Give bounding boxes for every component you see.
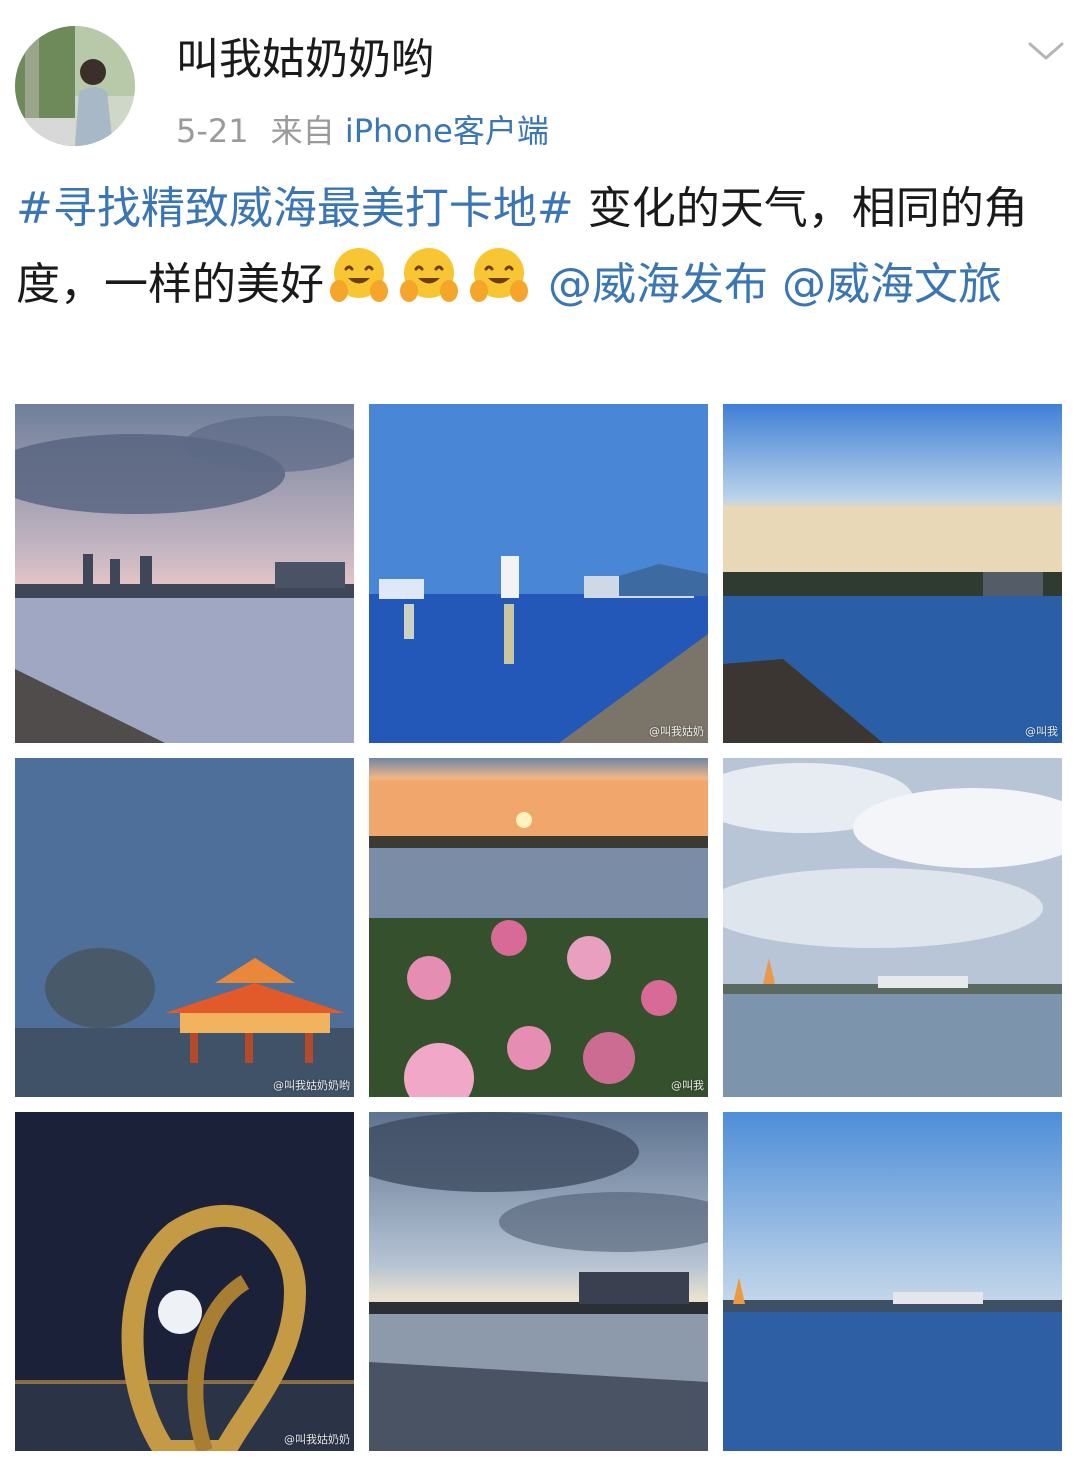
client-link[interactable]: iPhone客户端: [345, 112, 549, 150]
hugging-face-icon: [328, 245, 390, 307]
photo-thumbnail[interactable]: @叫我姑奶奶: [15, 1112, 354, 1451]
hugging-face-icon: [468, 245, 530, 307]
weibo-post: 叫我姑奶奶哟 5-21 来自 iPhone客户端 #寻找精致威海最美打卡地# 变化…: [0, 0, 1077, 1469]
photo-thumbnail[interactable]: [369, 1112, 708, 1451]
photo-grid: @叫我姑奶 @叫我 @叫我姑奶奶哟 @叫我 @叫我姑奶奶: [15, 404, 1062, 1451]
photo-thumbnail[interactable]: [723, 1112, 1062, 1451]
post-time: 5-21: [176, 112, 249, 150]
photo-watermark: @叫我姑奶: [649, 725, 704, 738]
mention-link[interactable]: @威海文旅: [782, 259, 1002, 310]
photo-thumbnail[interactable]: @叫我: [369, 758, 708, 1097]
photo-watermark: @叫我姑奶奶哟: [273, 1079, 350, 1092]
username[interactable]: 叫我姑奶奶哟: [176, 32, 434, 88]
mention-link[interactable]: @威海发布: [548, 259, 768, 310]
photo-thumbnail[interactable]: @叫我: [723, 404, 1062, 743]
post-content: #寻找精致威海最美打卡地# 变化的天气，相同的角度，一样的美好 @威海发布 @威…: [16, 172, 1066, 321]
photo-thumbnail[interactable]: [723, 758, 1062, 1097]
avatar[interactable]: [15, 26, 135, 146]
photo-watermark: @叫我: [1025, 725, 1058, 738]
photo-thumbnail[interactable]: @叫我姑奶奶哟: [15, 758, 354, 1097]
photo-watermark: @叫我姑奶奶: [284, 1433, 350, 1446]
hashtag-link[interactable]: #寻找精致威海最美打卡地#: [16, 183, 574, 234]
chevron-down-icon[interactable]: [1026, 36, 1066, 66]
photo-thumbnail[interactable]: [15, 404, 354, 743]
photo-thumbnail[interactable]: @叫我姑奶: [369, 404, 708, 743]
source-label: 来自: [270, 112, 335, 150]
photo-watermark: @叫我: [671, 1079, 704, 1092]
post-meta: 5-21 来自 iPhone客户端: [176, 110, 549, 152]
hugging-face-icon: [398, 245, 460, 307]
